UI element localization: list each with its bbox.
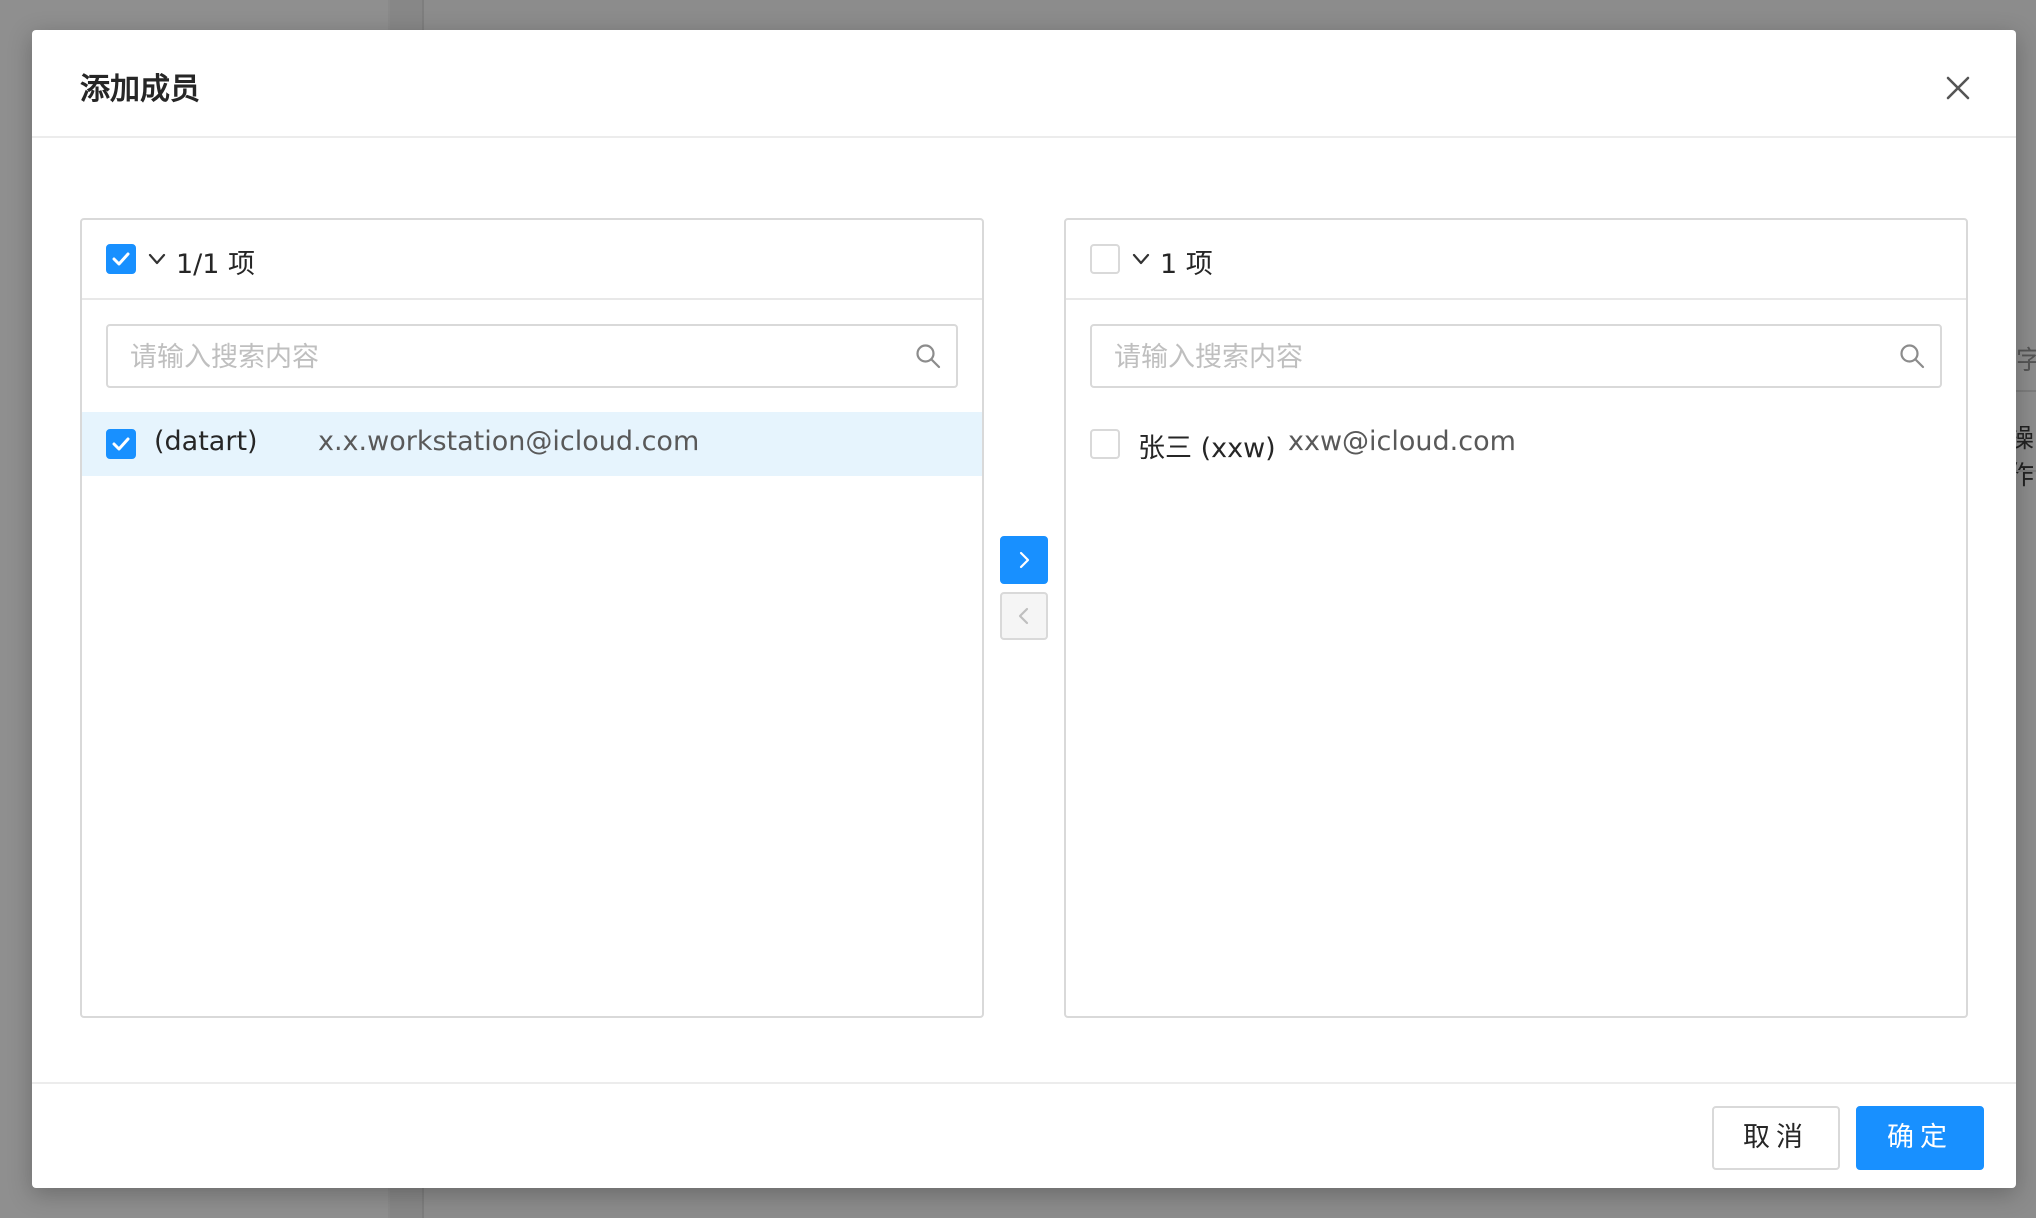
close-icon[interactable] [1938,68,1978,108]
item-email: xxw@icloud.com [1288,426,1516,457]
check-icon [112,252,130,266]
item-checkbox[interactable] [1090,429,1120,459]
source-select-all-checkbox[interactable] [106,244,136,274]
list-item[interactable]: 张三 (xxw) xxw@icloud.com [1066,412,1966,476]
chevron-right-icon [1019,551,1030,569]
source-search-input[interactable] [128,334,892,380]
item-checkbox[interactable] [106,429,136,459]
list-item[interactable]: (datart) x.x.workstation@icloud.com [82,412,982,476]
item-name: 张三 (xxw) [1138,433,1276,464]
move-to-left-button[interactable] [1000,592,1048,640]
modal-footer: 取消 确定 [32,1082,2016,1188]
transfer-target-panel: 1 项 张三 (xxw) xxw@icloud.com [1064,218,1968,1018]
item-name: (datart) [154,426,258,457]
target-select-all-checkbox[interactable] [1090,244,1120,274]
target-count-label: 1 项 [1160,249,1213,280]
item-email: x.x.workstation@icloud.com [318,426,700,457]
chevron-down-icon[interactable] [146,246,168,272]
source-count-label: 1/1 项 [176,249,256,280]
chevron-down-icon[interactable] [1130,246,1152,272]
target-search [1090,324,1942,388]
move-to-right-button[interactable] [1000,536,1048,584]
modal-header: 添加成员 [32,30,2016,138]
target-panel-header: 1 项 [1066,220,1966,300]
cancel-button[interactable]: 取消 [1712,1106,1840,1170]
source-panel-header: 1/1 项 [82,220,982,300]
search-icon [916,344,941,369]
add-member-modal: 添加成员 1/1 项 请输入搜索内容 (datart) x.x.workstat… [32,30,2016,1188]
confirm-button[interactable]: 确定 [1856,1106,1984,1170]
check-icon [112,437,130,451]
background-text-1: 字 [2016,346,2036,376]
source-search [106,324,958,388]
transfer-source-panel: 1/1 项 (datart) x.x.workstation@icloud.co… [80,218,984,1018]
chevron-left-icon [1018,607,1029,625]
search-icon [1900,344,1925,369]
modal-title: 添加成员 [80,72,200,107]
target-search-input[interactable] [1112,334,1876,380]
